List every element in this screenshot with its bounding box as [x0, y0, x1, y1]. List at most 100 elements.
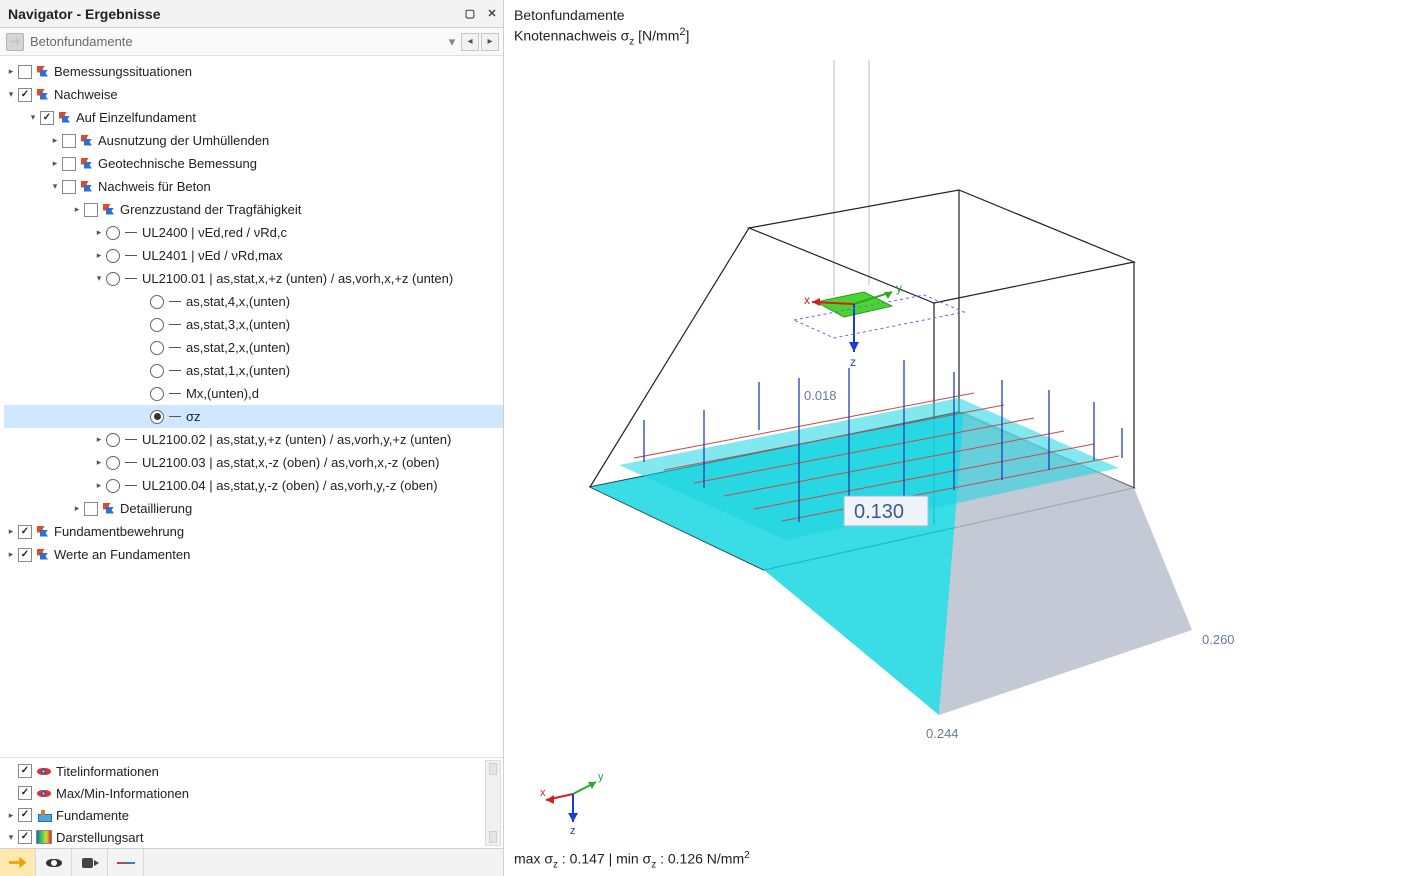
tree-item-as4[interactable]: as,stat,4,x,(unten) [4, 290, 503, 313]
breadcrumb-text: Betonfundamente [30, 34, 445, 49]
tree-item-ul2100-04[interactable]: ▸ UL2100.04 | as,stat,y,-z (oben) / as,v… [4, 474, 503, 497]
orientation-triad[interactable]: x y z [538, 764, 608, 834]
breadcrumb-prev-button[interactable]: ◂ [461, 33, 479, 51]
tree-item-geotechnisch[interactable]: ▸ Geotechnische Bemessung [4, 152, 503, 175]
flag-icon [80, 157, 94, 171]
viewport-3d[interactable]: Betonfundamente Knotennachweis σz [N/mm2… [504, 0, 1415, 876]
tree-item-fundamentbewehrung[interactable]: ▸ Fundamentbewehrung [4, 520, 503, 543]
gradient-icon [36, 830, 52, 844]
checkbox[interactable] [62, 157, 76, 171]
flag-icon [36, 88, 50, 102]
toolbar-camera-button[interactable] [72, 849, 108, 876]
expander-icon[interactable]: ▸ [4, 548, 18, 562]
radio[interactable] [150, 364, 164, 378]
checkbox[interactable] [84, 502, 98, 516]
expander-icon[interactable]: ▸ [92, 433, 106, 447]
tree-item-sigma-z[interactable]: σz [4, 405, 503, 428]
breadcrumb-next-button[interactable]: ▸ [481, 33, 499, 51]
tree-item-auf-einzelfundament[interactable]: ▾ Auf Einzelfundament [4, 106, 503, 129]
expander-icon[interactable]: ▸ [70, 502, 84, 516]
expander-icon[interactable]: ▸ [92, 249, 106, 263]
checkbox[interactable] [18, 548, 32, 562]
navigator-panel: Navigator - Ergebnisse ▢ ✕ Betonfundamen… [0, 0, 504, 876]
tree-item-werte[interactable]: ▸ Werte an Fundamenten [4, 543, 503, 566]
radio[interactable] [106, 249, 120, 263]
tree-item-as1[interactable]: as,stat,1,x,(unten) [4, 359, 503, 382]
radio[interactable] [106, 479, 120, 493]
tree-item-mx[interactable]: Mx,(unten),d [4, 382, 503, 405]
expander-icon[interactable]: ▾ [4, 88, 18, 102]
toolbar-arrow-button[interactable] [0, 849, 36, 876]
expander-icon[interactable]: ▸ [4, 65, 18, 79]
tree-item-nachweise[interactable]: ▾ Nachweise [4, 83, 503, 106]
tree-item-ausnutzung[interactable]: ▸ Ausnutzung der Umhüllenden [4, 129, 503, 152]
expander-icon[interactable]: ▸ [70, 203, 84, 217]
navigator-breadcrumb[interactable]: Betonfundamente ▾ ◂ ▸ [0, 28, 503, 56]
tree-item-grenzzustand[interactable]: ▸ Grenzzustand der Tragfähigkeit [4, 198, 503, 221]
expander-icon[interactable]: ▸ [4, 525, 18, 539]
expander-icon[interactable]: ▾ [92, 272, 106, 286]
tree-item-ul2400[interactable]: ▸ UL2400 | νEd,red / νRd,c [4, 221, 503, 244]
radio[interactable] [150, 341, 164, 355]
dash-icon [168, 295, 182, 309]
checkbox[interactable] [18, 65, 32, 79]
radio[interactable] [150, 295, 164, 309]
toolbar-view-button[interactable] [36, 849, 72, 876]
tree-item-detaillierung[interactable]: ▸ Detaillierung [4, 497, 503, 520]
checkbox[interactable] [62, 180, 76, 194]
expander-icon[interactable]: ▸ [48, 157, 62, 171]
scene-3d[interactable]: x y z 0.018 0.130 0.244 0.260 [504, 60, 1415, 816]
tree-item-ul2100-02[interactable]: ▸ UL2100.02 | as,stat,y,+z (unten) / as,… [4, 428, 503, 451]
expander-icon[interactable]: ▸ [92, 479, 106, 493]
flag-icon [36, 65, 50, 79]
flag-icon [36, 548, 50, 562]
expander-icon[interactable]: ▸ [4, 808, 18, 822]
checkbox[interactable] [18, 525, 32, 539]
camera-icon [81, 856, 99, 870]
close-icon[interactable]: ✕ [481, 4, 503, 24]
radio[interactable] [106, 272, 120, 286]
radio[interactable] [150, 387, 164, 401]
checkbox[interactable] [84, 203, 98, 217]
expander-icon[interactable]: ▾ [26, 111, 40, 125]
dash-icon [124, 226, 138, 240]
tree-item-ul2100-03[interactable]: ▸ UL2100.03 | as,stat,x,-z (oben) / as,v… [4, 451, 503, 474]
tree-item-as3[interactable]: as,stat,3,x,(unten) [4, 313, 503, 336]
tree-item-bemessungssituationen[interactable]: ▸ Bemessungssituationen [4, 60, 503, 83]
tree-item-nachweis-beton[interactable]: ▾ Nachweis für Beton [4, 175, 503, 198]
radio[interactable] [150, 318, 164, 332]
radio[interactable] [106, 226, 120, 240]
viewport-footer: max σz : 0.147 | min σz : 0.126 N/mm2 [514, 850, 750, 870]
eye-icon [36, 786, 52, 800]
svg-text:z: z [570, 825, 576, 834]
checkbox[interactable] [18, 786, 32, 800]
expander-icon[interactable]: ▸ [92, 226, 106, 240]
radio[interactable] [106, 433, 120, 447]
opt-fundamente[interactable]: ▸ Fundamente [4, 804, 503, 826]
checkbox[interactable] [18, 88, 32, 102]
toolbar-curve-button[interactable] [108, 849, 144, 876]
expander-icon[interactable]: ▾ [4, 830, 18, 844]
tree-item-ul2100-01[interactable]: ▾ UL2100.01 | as,stat,x,+z (unten) / as,… [4, 267, 503, 290]
tree-item-ul2401[interactable]: ▸ UL2401 | νEd / νRd,max [4, 244, 503, 267]
radio[interactable] [150, 410, 164, 424]
opt-maxmin[interactable]: Max/Min-Informationen [4, 782, 503, 804]
result-tree[interactable]: ▸ Bemessungssituationen ▾ Nachweise ▾ Au… [0, 56, 503, 757]
scrollbar[interactable] [485, 760, 501, 846]
checkbox[interactable] [62, 134, 76, 148]
expander-icon[interactable]: ▸ [92, 456, 106, 470]
radio[interactable] [106, 456, 120, 470]
checkbox[interactable] [18, 808, 32, 822]
expander-icon[interactable]: ▸ [48, 134, 62, 148]
opt-darstellungsart[interactable]: ▾ Darstellungsart [4, 826, 503, 848]
undock-icon[interactable]: ▢ [459, 4, 481, 24]
breadcrumb-dropdown-icon[interactable]: ▾ [445, 34, 459, 50]
dash-icon [124, 456, 138, 470]
checkbox[interactable] [18, 830, 32, 844]
opt-titelinformationen[interactable]: Titelinformationen [4, 760, 503, 782]
expander-icon[interactable]: ▾ [48, 180, 62, 194]
checkbox[interactable] [18, 764, 32, 778]
tree-item-as2[interactable]: as,stat,2,x,(unten) [4, 336, 503, 359]
checkbox[interactable] [40, 111, 54, 125]
scene-svg: x y z 0.018 0.130 0.244 0.260 [504, 60, 1415, 816]
